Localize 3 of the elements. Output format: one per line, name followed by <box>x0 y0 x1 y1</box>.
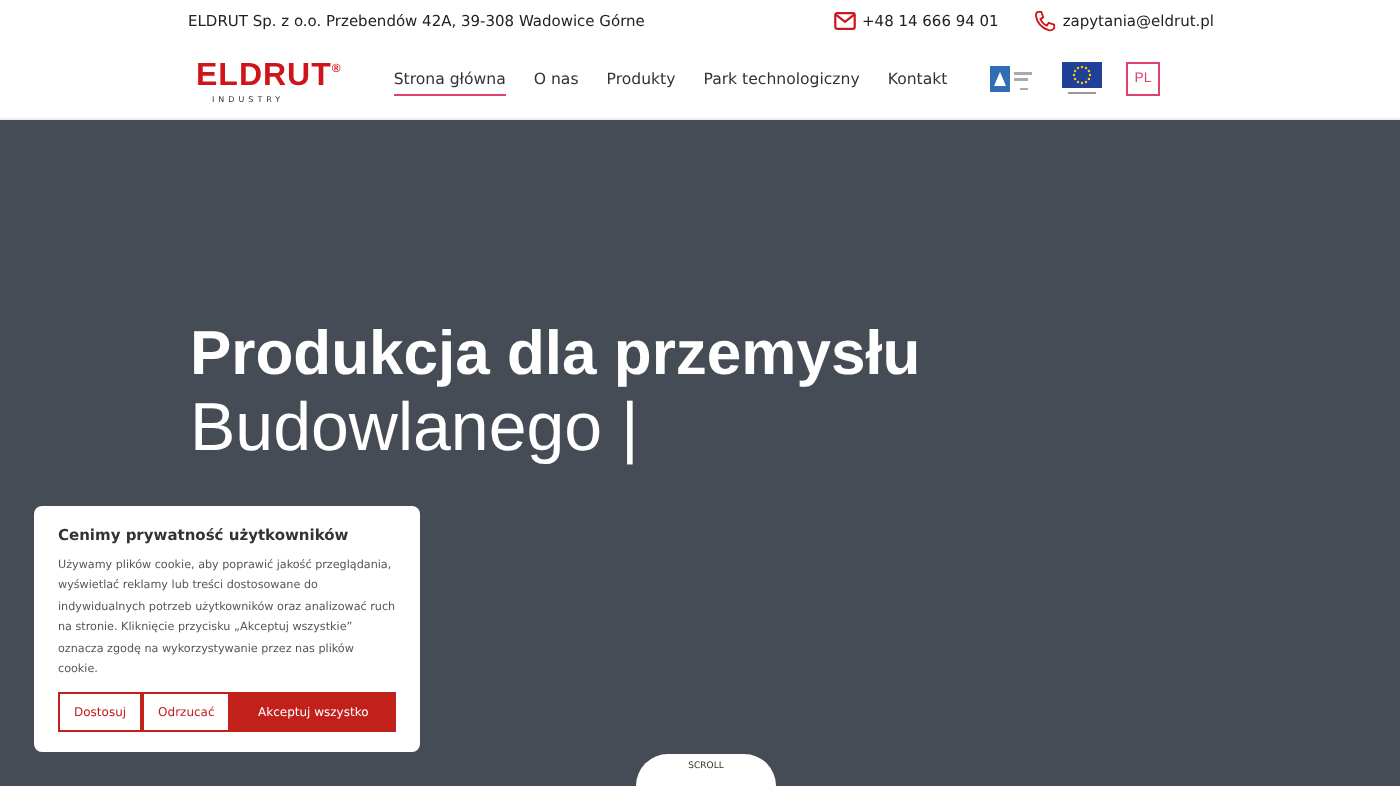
hero-title: Produkcja dla przemysłu <box>190 316 921 390</box>
logo-wordmark[interactable]: ELDRUT$^{®}$ <box>196 54 342 94</box>
hero-subtitle: Budowlanego | <box>190 390 639 466</box>
